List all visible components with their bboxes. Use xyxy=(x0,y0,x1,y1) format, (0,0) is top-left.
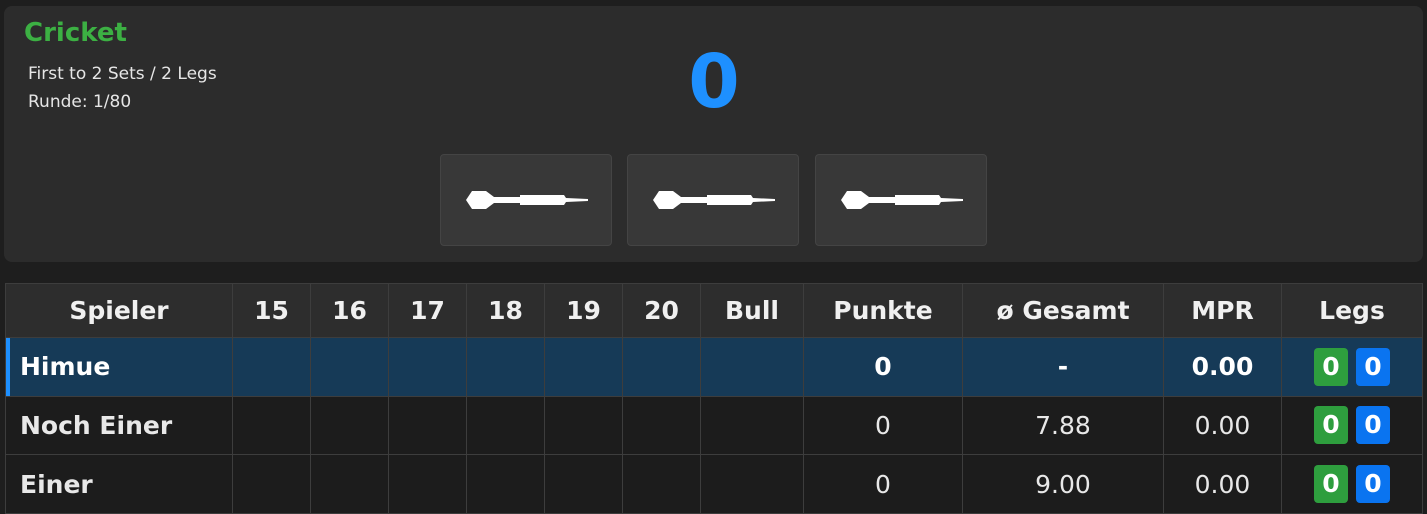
sets-badge: 0 xyxy=(1314,347,1348,386)
legs-cell: 00 xyxy=(1281,454,1423,514)
match-format: First to 2 Sets / 2 Legs xyxy=(28,64,217,84)
mark-cell-18 xyxy=(466,395,545,456)
dart-icon xyxy=(841,191,963,209)
col-header-19: 19 xyxy=(544,283,623,338)
scoreboard-table: Spieler 15 16 17 18 19 20 Bull Punkte ø … xyxy=(5,283,1423,514)
mark-cell-15 xyxy=(232,454,311,514)
mark-cell-18 xyxy=(466,454,545,514)
table-row: Himue 0 - 0.00 00 xyxy=(5,337,1423,397)
col-header-mpr: MPR xyxy=(1163,283,1282,338)
col-header-player: Spieler xyxy=(5,283,233,338)
mark-cell-15 xyxy=(232,395,311,456)
dart-icon xyxy=(653,191,775,209)
mark-cell-bull xyxy=(700,395,804,456)
mark-cell-17 xyxy=(388,454,467,514)
mark-cell-19 xyxy=(544,454,623,514)
player-name: Noch Einer xyxy=(5,395,233,456)
legs-badge: 0 xyxy=(1356,406,1390,445)
mark-cell-19 xyxy=(544,395,623,456)
col-header-legs: Legs xyxy=(1281,283,1423,338)
points-cell: 0 xyxy=(803,337,963,397)
table-row: Einer 0 9.00 0.00 00 xyxy=(5,454,1423,514)
game-title: Cricket xyxy=(24,18,127,48)
mark-cell-bull xyxy=(700,454,804,514)
legs-badge: 0 xyxy=(1356,347,1390,386)
sets-badge: 0 xyxy=(1314,465,1348,504)
mark-cell-18 xyxy=(466,337,545,397)
mark-cell-16 xyxy=(310,337,389,397)
mark-cell-20 xyxy=(622,395,701,456)
mark-cell-17 xyxy=(388,337,467,397)
dart-slot-3[interactable] xyxy=(815,154,987,246)
mark-cell-16 xyxy=(310,454,389,514)
col-header-bull: Bull xyxy=(700,283,804,338)
mark-cell-20 xyxy=(622,337,701,397)
mpr-cell: 0.00 xyxy=(1163,454,1282,514)
col-header-20: 20 xyxy=(622,283,701,338)
points-cell: 0 xyxy=(803,454,963,514)
current-score: 0 xyxy=(688,39,740,125)
average-cell: - xyxy=(962,337,1164,397)
col-header-points: Punkte xyxy=(803,283,963,338)
legs-badge: 0 xyxy=(1356,465,1390,504)
mark-cell-19 xyxy=(544,337,623,397)
mpr-cell: 0.00 xyxy=(1163,395,1282,456)
mark-cell-17 xyxy=(388,395,467,456)
dart-slot-2[interactable] xyxy=(627,154,799,246)
mark-cell-20 xyxy=(622,454,701,514)
mark-cell-16 xyxy=(310,395,389,456)
table-header-row: Spieler 15 16 17 18 19 20 Bull Punkte ø … xyxy=(5,283,1423,338)
col-header-average: ø Gesamt xyxy=(962,283,1164,338)
col-header-16: 16 xyxy=(310,283,389,338)
game-header-panel: Cricket First to 2 Sets / 2 Legs Runde: … xyxy=(4,6,1423,262)
table-row: Noch Einer 0 7.88 0.00 00 xyxy=(5,395,1423,456)
round-counter: Runde: 1/80 xyxy=(28,92,132,112)
player-name: Einer xyxy=(5,454,233,514)
player-name: Himue xyxy=(5,337,233,397)
average-cell: 7.88 xyxy=(962,395,1164,456)
col-header-15: 15 xyxy=(232,283,311,338)
sets-badge: 0 xyxy=(1314,406,1348,445)
col-header-17: 17 xyxy=(388,283,467,338)
mark-cell-bull xyxy=(700,337,804,397)
mark-cell-15 xyxy=(232,337,311,397)
average-cell: 9.00 xyxy=(962,454,1164,514)
points-cell: 0 xyxy=(803,395,963,456)
game-info: First to 2 Sets / 2 Legs Runde: 1/80 xyxy=(28,60,217,116)
legs-cell: 00 xyxy=(1281,337,1423,397)
mpr-cell: 0.00 xyxy=(1163,337,1282,397)
legs-cell: 00 xyxy=(1281,395,1423,456)
dart-slot-1[interactable] xyxy=(440,154,612,246)
dart-icon xyxy=(466,191,588,209)
col-header-18: 18 xyxy=(466,283,545,338)
